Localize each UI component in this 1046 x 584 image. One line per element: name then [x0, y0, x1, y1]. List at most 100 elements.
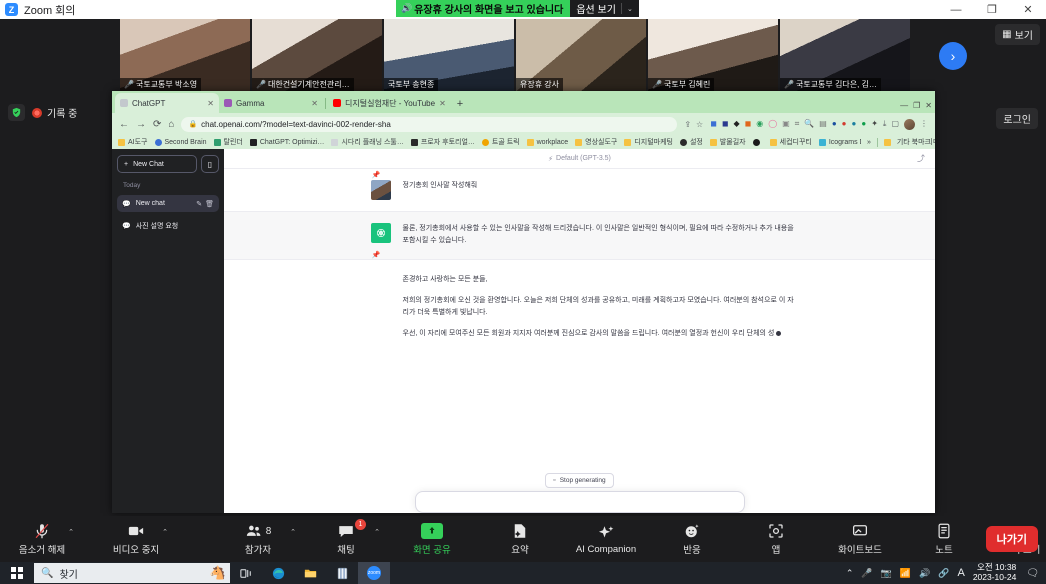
notification-icon[interactable]: 🗨: [1026, 568, 1039, 579]
leave-meeting-button[interactable]: 나가기: [985, 526, 1038, 552]
reload-button-icon[interactable]: ⟳: [153, 119, 161, 130]
ext-orange-icon[interactable]: ◼: [745, 119, 752, 130]
view-options-button[interactable]: 옵션 보기 ⌄: [570, 0, 639, 17]
close-button[interactable]: ✕: [1010, 0, 1046, 19]
bookmark-item[interactable]: AI도구: [118, 137, 148, 147]
volume-icon[interactable]: 🔊: [919, 568, 930, 579]
chat-button[interactable]: 1 채팅 ⌃: [320, 516, 380, 562]
bookmark-item[interactable]: 트골 트릭: [481, 137, 520, 147]
audio-options-caret-icon[interactable]: ⌃: [68, 528, 74, 536]
back-button-icon[interactable]: ←: [119, 119, 129, 130]
share-page-icon[interactable]: ⇪: [684, 120, 691, 129]
camera-icon[interactable]: 📷: [881, 568, 892, 579]
tray-expand-icon[interactable]: ⌃: [846, 568, 854, 579]
ext-teal-icon[interactable]: ●: [852, 119, 857, 130]
bookmark-star-icon[interactable]: ☆: [696, 120, 703, 129]
browser-tab-youtube[interactable]: 디지털실험재단 - YouTube ✕: [328, 93, 451, 113]
ext-blue2-icon[interactable]: ●: [832, 119, 837, 130]
ai-companion-button[interactable]: AI Companion: [576, 516, 636, 562]
bookmark-item[interactable]: 디지털마케팅: [624, 137, 673, 147]
ext-pink-icon[interactable]: ◯: [768, 119, 777, 130]
close-tab-icon[interactable]: ✕: [439, 99, 446, 108]
other-bookmarks-label[interactable]: 기타 북마크: [897, 137, 931, 147]
shield-check-icon[interactable]: [8, 104, 25, 121]
ext-navy-icon[interactable]: ◼: [722, 119, 729, 130]
taskbar-search-input[interactable]: 🔍 찾기 🐴: [34, 563, 230, 583]
delete-icon[interactable]: 🗑: [205, 200, 214, 208]
close-tab-icon[interactable]: ✕: [207, 99, 214, 108]
book-icon[interactable]: [326, 562, 358, 584]
bookmark-item[interactable]: 시다리 플래닝 스툴…: [331, 137, 404, 147]
bookmark-item[interactable]: 탈린더: [213, 137, 243, 147]
ext-doc-icon[interactable]: ▤: [819, 119, 827, 130]
apps-button[interactable]: 앱: [750, 516, 802, 562]
bookmark-item[interactable]: 세컵디꾸티: [769, 137, 812, 147]
close-tab-icon[interactable]: ✕: [311, 99, 318, 108]
share-icon[interactable]: ⤴: [917, 153, 925, 164]
mic-icon[interactable]: 🎤: [861, 568, 872, 579]
participants-caret-icon[interactable]: ⌃: [290, 528, 296, 536]
video-options-caret-icon[interactable]: ⌃: [162, 528, 168, 536]
bookmarks-overflow-button[interactable]: »: [867, 139, 871, 146]
chevron-down-icon[interactable]: ⌄: [627, 5, 633, 13]
bookmark-item[interactable]: [752, 138, 763, 146]
maximize-button[interactable]: ❐: [974, 0, 1010, 19]
video-tile-active-speaker[interactable]: 유장휴 강사: [516, 19, 646, 91]
profile-avatar[interactable]: [904, 118, 915, 130]
notes-button[interactable]: 노트: [918, 516, 970, 562]
login-button[interactable]: 로그인: [996, 108, 1038, 129]
ext-color-wheel-icon[interactable]: ◉: [756, 119, 763, 130]
edge-icon[interactable]: [262, 562, 294, 584]
ext-blue-icon[interactable]: ◼: [710, 119, 717, 130]
view-button[interactable]: ▦ 보기: [995, 24, 1040, 45]
bookmark-item[interactable]: ChatGPT: Optimizi…: [249, 138, 324, 146]
conversation-item-photo-request[interactable]: 💬 사진 설명 요청: [117, 217, 219, 234]
video-tile[interactable]: 🎤 국토교통부 박소영: [120, 19, 250, 91]
taskbar-clock[interactable]: 오전 10:38 2023-10-24: [973, 562, 1016, 583]
home-button-icon[interactable]: ⌂: [168, 119, 174, 130]
whiteboard-button[interactable]: 화이트보드: [834, 516, 886, 562]
folder-icon[interactable]: [294, 562, 326, 584]
video-tile[interactable]: 국토부 송현종: [384, 19, 514, 91]
browser-tab-chatgpt[interactable]: ChatGPT ✕: [115, 93, 219, 113]
video-tile[interactable]: 🎤 국토교통부 김다은, 김…: [780, 19, 910, 91]
browser-minimize-button[interactable]: —: [900, 101, 908, 110]
bookmark-item[interactable]: 영상실도구: [575, 137, 617, 147]
ext-search-icon[interactable]: 🔍: [804, 119, 814, 130]
sidepanel-icon[interactable]: ▢: [891, 119, 899, 130]
ext-green-icon[interactable]: ●: [861, 119, 866, 130]
bluetooth-icon[interactable]: 🔗: [938, 568, 949, 579]
sidebar-toggle-icon[interactable]: ▯: [201, 155, 219, 173]
ext-crop-icon[interactable]: ⌗: [795, 119, 800, 130]
ext-puzzle-icon[interactable]: ✦: [871, 119, 878, 130]
recording-status[interactable]: 기록 중: [32, 105, 77, 120]
ime-A-icon[interactable]: A: [957, 567, 964, 579]
download-icon[interactable]: ⤓: [883, 119, 887, 130]
ext-red-icon[interactable]: ●: [842, 119, 847, 130]
stop-generating-button[interactable]: ▫ Stop generating: [545, 473, 614, 488]
new-tab-button[interactable]: +: [457, 98, 463, 110]
share-screen-button[interactable]: 화면 공유: [406, 516, 458, 562]
bookmark-item[interactable]: Second Brain: [154, 138, 207, 146]
browser-close-button[interactable]: ✕: [925, 101, 932, 110]
new-chat-button[interactable]: + New Chat: [117, 155, 197, 173]
address-bar[interactable]: 🔒 chat.openai.com/?model=text-davinci-00…: [181, 116, 678, 132]
minimize-button[interactable]: —: [938, 0, 974, 19]
browser-menu-icon[interactable]: ⋮: [920, 119, 928, 130]
ext-gray-icon[interactable]: ▣: [782, 119, 790, 130]
browser-maximize-button[interactable]: ❐: [913, 101, 920, 110]
conversation-item-new-chat[interactable]: 💬 New chat ✎ 🗑: [117, 195, 219, 212]
wifi-icon[interactable]: 📶: [900, 568, 911, 579]
summary-button[interactable]: 요약: [494, 516, 546, 562]
browser-tab-gamma[interactable]: Gamma ✕: [219, 93, 323, 113]
bookmark-item[interactable]: 프로자 후토리얼…: [410, 137, 475, 147]
zoom-icon[interactable]: zoom: [358, 562, 390, 584]
model-selector[interactable]: ⚡ Default (GPT-3.5): [548, 155, 611, 163]
reactions-button[interactable]: 반응: [666, 516, 718, 562]
ext-dark-icon[interactable]: ◆: [733, 119, 739, 130]
task-view-icon[interactable]: [230, 562, 262, 584]
forward-button-icon[interactable]: →: [136, 119, 146, 130]
unmute-button[interactable]: 음소거 해제 ⌃: [16, 516, 74, 562]
bookmark-item[interactable]: 설정: [679, 137, 703, 147]
bookmark-item[interactable]: workplace: [526, 138, 568, 146]
